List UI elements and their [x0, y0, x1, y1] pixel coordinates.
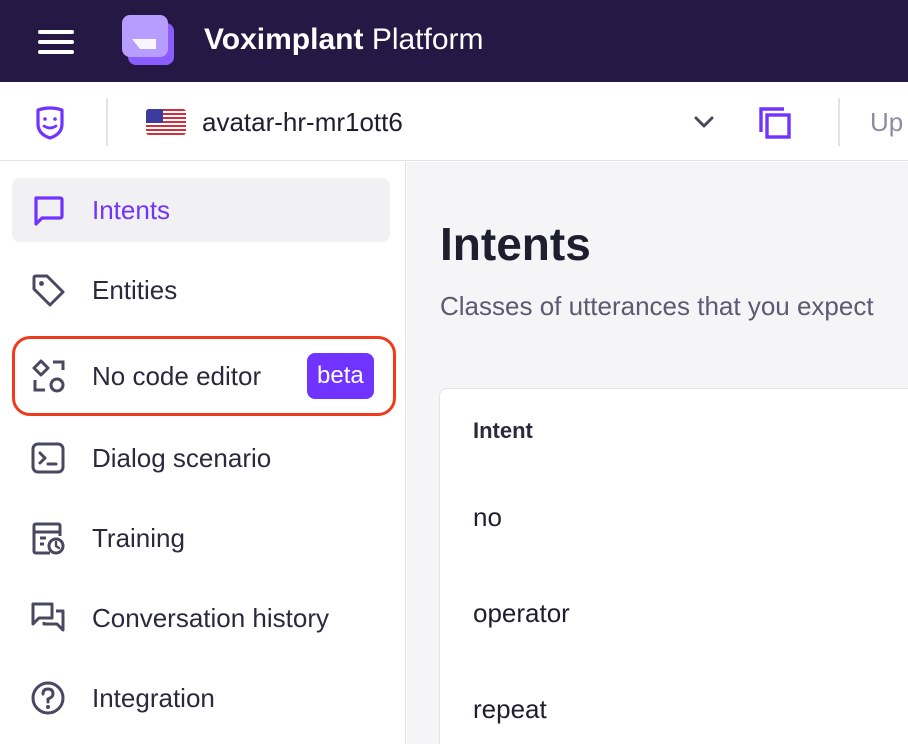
app-title: Voximplant Platform [204, 22, 484, 58]
table-row[interactable]: repeat [440, 679, 908, 739]
update-button[interactable]: Up [870, 106, 903, 138]
terminal-icon [31, 442, 65, 474]
sidebar-item-label: Entities [92, 275, 178, 305]
top-bar: Voximplant Platform [0, 0, 908, 82]
divider [838, 98, 840, 146]
sidebar-item-label: Conversation history [92, 603, 329, 633]
sidebar-item-integration[interactable]: Integration [12, 666, 390, 730]
tag-icon [32, 274, 65, 307]
beta-badge: beta [307, 353, 374, 399]
sidebar-item-label: Integration [92, 683, 215, 713]
table-row[interactable]: operator [440, 583, 908, 643]
intent-name: no [473, 502, 502, 532]
menu-icon[interactable] [38, 30, 74, 54]
page-subtitle: Classes of utterances that you expect [440, 291, 874, 321]
sidebar-item-no-code-editor[interactable]: No code editor beta [12, 336, 396, 416]
app-title-brand: Voximplant [204, 23, 364, 56]
copy-icon[interactable] [756, 104, 794, 142]
voximplant-logo [122, 15, 174, 65]
sidebar-item-label: Dialog scenario [92, 443, 272, 473]
sidebar-item-conversation-history[interactable]: Conversation history [12, 586, 390, 650]
sidebar-item-dialog-scenario[interactable]: Dialog scenario [12, 426, 390, 490]
app-title-product: Platform [371, 23, 484, 56]
main-content: Intents Classes of utterances that you e… [407, 162, 908, 744]
column-header-intent[interactable]: Intent [473, 417, 533, 445]
training-icon [32, 522, 65, 555]
table-row[interactable]: no [440, 487, 908, 547]
sidebar-item-entities[interactable]: Entities [12, 258, 390, 322]
sidebar-item-label: No code editor [92, 361, 262, 391]
chevron-down-icon[interactable] [690, 110, 718, 134]
intent-name: operator [473, 598, 570, 628]
us-flag-icon [146, 109, 186, 135]
help-circle-icon [31, 681, 65, 715]
sidebar-item-intents[interactable]: Intents [12, 178, 390, 242]
chat-bubble-icon [34, 196, 64, 226]
divider [106, 98, 108, 146]
sidebar-item-label: Intents [92, 195, 171, 225]
sidebar-item-training[interactable]: Training [12, 506, 390, 570]
shapes-icon [32, 359, 65, 393]
sidebar: Intents Entities No code editor beta Dia… [0, 162, 406, 744]
page-title: Intents [440, 218, 591, 270]
app-selector-bar: avatar-hr-mr1ott6 Up [0, 82, 908, 161]
conversation-icon [31, 602, 65, 632]
avatar-shield-icon[interactable] [32, 104, 68, 140]
sidebar-item-label: Training [92, 523, 185, 553]
intent-name: repeat [473, 694, 547, 724]
selected-application[interactable]: avatar-hr-mr1ott6 [202, 106, 403, 138]
intents-table: Intent no operator repeat [439, 388, 908, 744]
